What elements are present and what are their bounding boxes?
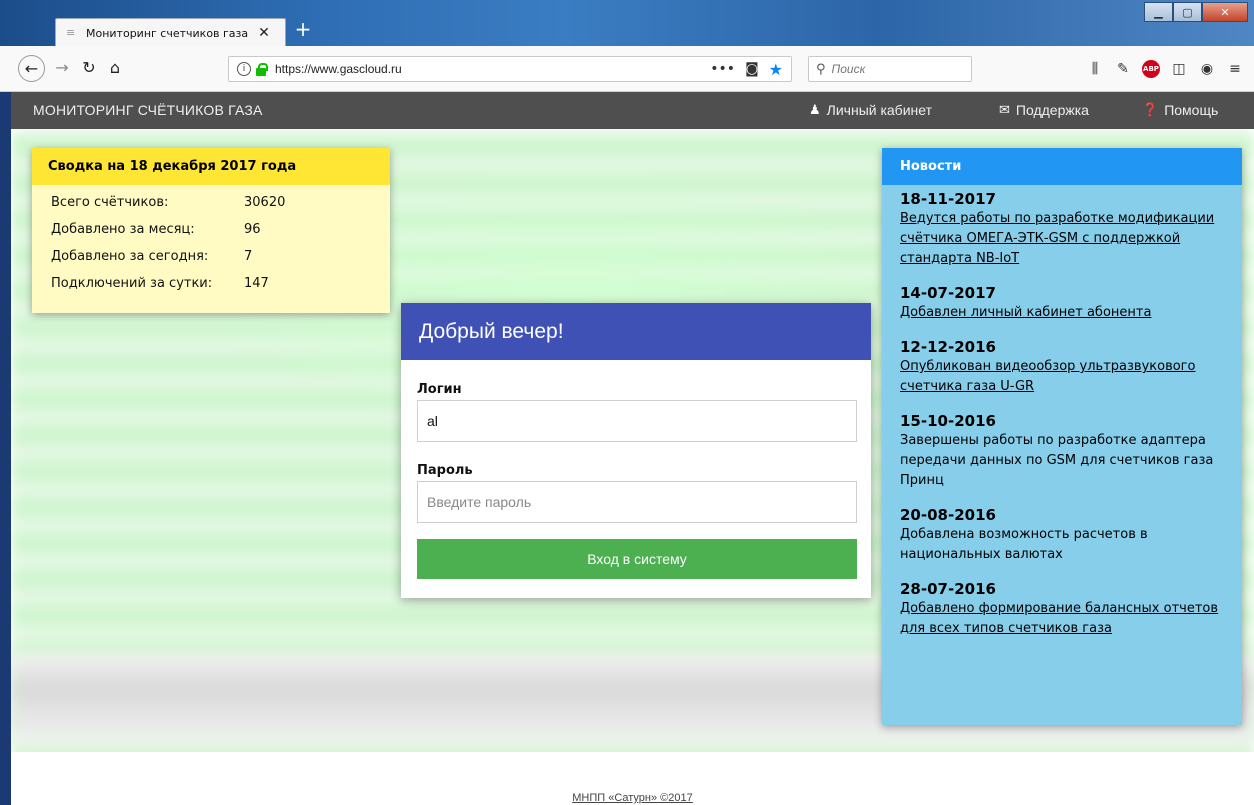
menu-icon[interactable]: ≡ bbox=[1224, 58, 1246, 80]
library-icon[interactable]: ⫼ bbox=[1084, 58, 1106, 80]
home-button[interactable]: ⌂ bbox=[102, 55, 128, 81]
question-circle-icon: ❓ bbox=[1142, 102, 1159, 117]
lock-icon[interactable] bbox=[255, 62, 268, 76]
password-input[interactable]: Введите пароль bbox=[417, 481, 857, 523]
summary-value: 30620 bbox=[244, 195, 286, 210]
summary-row: Добавлено за месяц: 96 bbox=[51, 222, 390, 249]
summary-value: 147 bbox=[244, 276, 269, 291]
summary-label: Подключений за сутки: bbox=[51, 276, 213, 291]
news-link[interactable]: Добавлено формирование балансных отчетов… bbox=[900, 599, 1230, 639]
news-item: 28-07-2016 Добавлено формирование баланс… bbox=[900, 579, 1242, 639]
window-controls: ▁ ▢ ✕ bbox=[1144, 2, 1248, 22]
search-placeholder: Поиск bbox=[831, 62, 866, 76]
browser-toolbar: ← → ↻ ⌂ i https://www.gascloud.ru ••• ◙ … bbox=[0, 46, 1254, 92]
summary-card: Сводка на 18 декабря 2017 года Всего счё… bbox=[32, 148, 390, 313]
news-date: 14-07-2017 bbox=[900, 284, 996, 302]
news-date: 18-11-2017 bbox=[900, 190, 996, 208]
login-label: Логин bbox=[417, 382, 462, 397]
browser-titlebar: ≡ Мониторинг счетчиков газа ✕ + ▁ ▢ ✕ bbox=[0, 0, 1254, 47]
summary-label: Всего счётчиков: bbox=[51, 195, 169, 210]
nav-item-label: Поддержка bbox=[1015, 102, 1089, 118]
login-input[interactable]: al bbox=[417, 400, 857, 442]
news-panel: Новости 18-11-2017 Ведутся работы по раз… bbox=[882, 148, 1242, 725]
forward-button[interactable]: → bbox=[49, 55, 75, 81]
page-favicon-icon: ≡ bbox=[66, 26, 76, 39]
summary-value: 7 bbox=[244, 249, 253, 264]
close-window-button[interactable]: ✕ bbox=[1202, 2, 1248, 22]
bookmark-star-icon[interactable]: ★ bbox=[769, 60, 783, 79]
back-button[interactable]: ← bbox=[18, 55, 45, 82]
login-submit-button[interactable]: Вход в систему bbox=[417, 539, 857, 579]
login-card: Добрый вечер! Логин al Пароль Введите па… bbox=[401, 303, 871, 598]
login-greeting: Добрый вечер! bbox=[401, 303, 871, 360]
url-text[interactable]: https://www.gascloud.ru bbox=[275, 62, 710, 76]
summary-value: 96 bbox=[244, 222, 261, 237]
news-text: Завершены работы по разработке адаптера … bbox=[900, 433, 1214, 488]
envelope-icon: ✉ bbox=[999, 102, 1010, 117]
news-date: 28-07-2016 bbox=[900, 580, 996, 598]
news-item: 12-12-2016 Опубликован видеообзор ультра… bbox=[900, 337, 1242, 397]
news-date: 20-08-2016 bbox=[900, 506, 996, 524]
sidebar-icon[interactable]: ◫ bbox=[1168, 58, 1190, 80]
news-date: 12-12-2016 bbox=[900, 338, 996, 356]
info-icon[interactable]: i bbox=[237, 62, 251, 76]
web-page: МОНИТОРИНГ СЧЁТЧИКОВ ГАЗА ♟ Личный кабин… bbox=[11, 92, 1254, 805]
nav-support[interactable]: ✉ Поддержка bbox=[999, 102, 1089, 118]
site-brand[interactable]: МОНИТОРИНГ СЧЁТЧИКОВ ГАЗА bbox=[33, 102, 263, 118]
footer-copyright[interactable]: МНПП «Сатурн» ©2017 bbox=[11, 792, 1254, 804]
news-date: 15-10-2016 bbox=[900, 412, 996, 430]
site-navbar: МОНИТОРИНГ СЧЁТЧИКОВ ГАЗА ♟ Личный кабин… bbox=[11, 92, 1254, 129]
summary-row: Всего счётчиков: 30620 bbox=[51, 195, 390, 222]
extension-icon[interactable]: ◉ bbox=[1196, 58, 1218, 80]
summary-title: Сводка на 18 декабря 2017 года bbox=[32, 148, 390, 185]
minimize-button[interactable]: ▁ bbox=[1144, 2, 1173, 22]
browser-tab[interactable]: ≡ Мониторинг счетчиков газа ✕ bbox=[55, 18, 286, 47]
news-item: 20-08-2016 Добавлена возможность расчето… bbox=[900, 505, 1242, 565]
news-text: Добавлена возможность расчетов в национа… bbox=[900, 527, 1148, 562]
news-item: 14-07-2017 Добавлен личный кабинет абоне… bbox=[900, 283, 1242, 323]
adblock-icon[interactable]: ABP bbox=[1142, 60, 1160, 78]
news-link[interactable]: Ведутся работы по разработке модификации… bbox=[900, 209, 1230, 269]
summary-label: Добавлено за сегодня: bbox=[51, 249, 209, 264]
nav-item-label: Личный кабинет bbox=[826, 102, 932, 118]
maximize-button[interactable]: ▢ bbox=[1173, 2, 1202, 22]
news-item: 15-10-2016 Завершены работы по разработк… bbox=[900, 411, 1242, 491]
pocket-icon[interactable]: ◙ bbox=[745, 61, 759, 77]
news-link[interactable]: Добавлен личный кабинет абонента bbox=[900, 303, 1230, 323]
summary-row: Подключений за сутки: 147 bbox=[51, 276, 390, 303]
news-title: Новости bbox=[882, 148, 1242, 185]
tab-close-icon[interactable]: ✕ bbox=[255, 25, 273, 41]
password-label: Пароль bbox=[417, 463, 473, 478]
news-item: 18-11-2017 Ведутся работы по разработке … bbox=[900, 189, 1242, 269]
summary-row: Добавлено за сегодня: 7 bbox=[51, 249, 390, 276]
new-tab-button[interactable]: + bbox=[292, 18, 314, 42]
eyedropper-icon[interactable]: ✎ bbox=[1112, 58, 1134, 80]
news-link[interactable]: Опубликован видеообзор ультразвукового с… bbox=[900, 357, 1230, 397]
reload-button[interactable]: ↻ bbox=[76, 55, 102, 81]
search-bar[interactable]: ⚲ Поиск bbox=[808, 56, 972, 82]
summary-label: Добавлено за месяц: bbox=[51, 222, 195, 237]
nav-personal-account[interactable]: ♟ Личный кабинет bbox=[809, 102, 932, 118]
news-list: 18-11-2017 Ведутся работы по разработке … bbox=[882, 185, 1242, 639]
nav-help[interactable]: ❓ Помощь bbox=[1142, 102, 1218, 118]
tab-title: Мониторинг счетчиков газа bbox=[86, 26, 249, 40]
page-actions-icon[interactable]: ••• bbox=[710, 61, 735, 77]
user-icon: ♟ bbox=[809, 102, 821, 117]
nav-item-label: Помощь bbox=[1164, 102, 1219, 118]
address-bar[interactable]: i https://www.gascloud.ru ••• ◙ ★ bbox=[228, 56, 792, 82]
search-icon: ⚲ bbox=[816, 61, 826, 77]
